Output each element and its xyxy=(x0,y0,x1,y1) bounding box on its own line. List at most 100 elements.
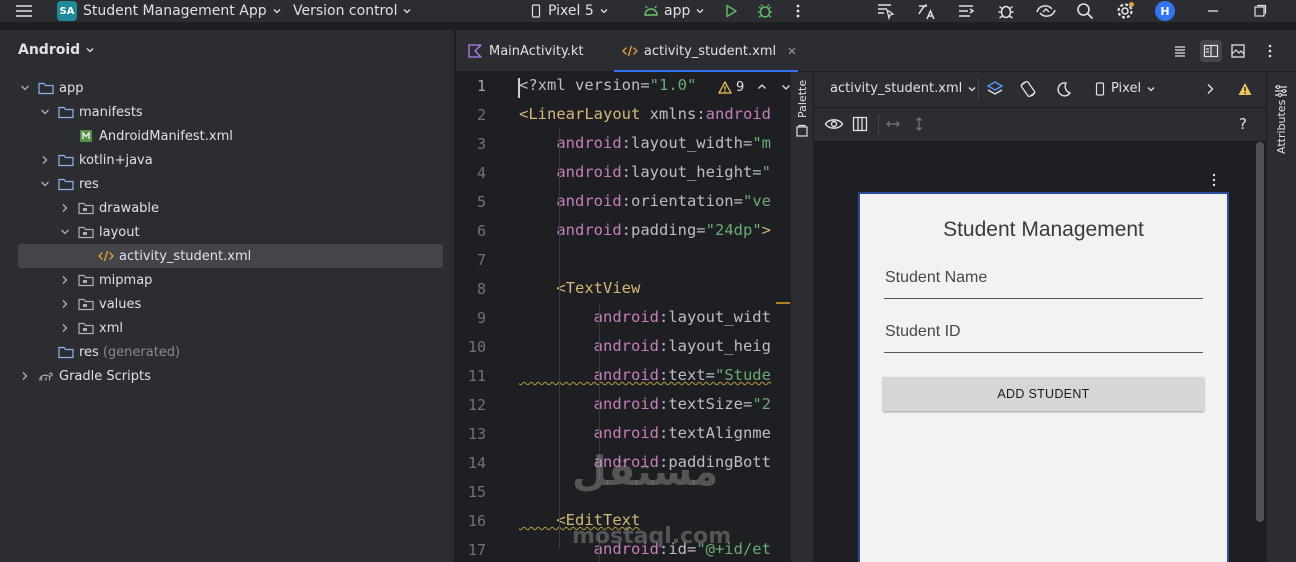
code-view-icon[interactable] xyxy=(1172,43,1188,59)
minimize-icon[interactable] xyxy=(1206,0,1220,22)
tree-item-res[interactable]: res xyxy=(38,172,99,196)
chevron-down-icon[interactable] xyxy=(58,225,72,239)
code-token: :textSize= xyxy=(658,395,753,413)
device-sync-icon[interactable] xyxy=(1035,0,1057,22)
code-editor[interactable]: 1 2 3 4 5 6 7 8 9 10 11 12 13 14 15 16 17 <?xml version=… xyxy=(456,72,790,562)
code-line[interactable]: android:layout_widt xyxy=(519,308,771,326)
code-line[interactable]: android:padding="24dp"> xyxy=(519,221,771,239)
commit-icon[interactable] xyxy=(956,0,976,22)
palette-strip[interactable]: Palette xyxy=(790,72,814,562)
tab-activity-student[interactable]: activity_student.xml xyxy=(614,30,798,73)
design-scrollbar[interactable] xyxy=(1256,142,1264,522)
tab-mainactivity[interactable]: MainActivity.kt xyxy=(468,30,608,72)
translate-icon[interactable] xyxy=(916,0,936,22)
student-id-field[interactable]: Student ID xyxy=(884,323,1203,353)
chevron-up-icon[interactable] xyxy=(756,81,768,93)
indent-guide xyxy=(599,536,600,562)
close-icon[interactable] xyxy=(786,45,798,57)
code-line[interactable]: android:layout_heig xyxy=(519,337,771,355)
code-line[interactable]: <?xml version="1.0" xyxy=(519,76,696,94)
tree-item-activity-student-xml[interactable]: activity_student.xml xyxy=(18,244,443,268)
warning-count: 9 xyxy=(736,79,745,95)
eye-icon[interactable] xyxy=(824,116,844,132)
help-icon[interactable]: ? xyxy=(1239,115,1247,133)
tree-item-gradle-scripts[interactable]: Gradle Scripts xyxy=(18,364,151,388)
chevron-down-icon[interactable] xyxy=(38,177,52,191)
restore-icon[interactable] xyxy=(1253,0,1267,22)
cursor-icon[interactable] xyxy=(876,0,896,22)
more-icon[interactable] xyxy=(1264,43,1276,59)
inspection-widget[interactable]: 9 xyxy=(714,77,790,97)
code-line[interactable]: android:text="Stude xyxy=(519,366,771,384)
chevron-right-icon[interactable] xyxy=(58,201,72,215)
settings-icon[interactable] xyxy=(1115,0,1135,22)
tree-item-xml[interactable]: xml xyxy=(58,316,123,340)
vcs-selector[interactable]: Version control xyxy=(293,0,412,22)
device-selector[interactable]: Pixel 5 xyxy=(530,0,609,22)
project-view-selector[interactable]: Android xyxy=(18,42,95,58)
split-view-icon[interactable] xyxy=(1200,40,1222,62)
chevron-down-icon[interactable] xyxy=(38,105,52,119)
more-icon[interactable] xyxy=(792,0,804,22)
debug-icon[interactable] xyxy=(756,0,774,22)
run-config-selector[interactable]: app xyxy=(643,0,705,22)
chevron-down-icon[interactable] xyxy=(780,81,790,93)
code-line[interactable]: android:id="@+id/et xyxy=(519,540,771,558)
line-number: 12 xyxy=(467,396,486,414)
tree-item-layout[interactable]: layout xyxy=(58,220,140,244)
code-line[interactable]: <TextView xyxy=(519,279,640,297)
line-number: 9 xyxy=(476,309,486,327)
warning-icon[interactable] xyxy=(1238,82,1252,96)
tree-item-app[interactable]: app xyxy=(18,76,83,100)
orientation-icon[interactable] xyxy=(1019,80,1037,98)
tree-item-androidmanifest-xml[interactable]: AndroidManifest.xml xyxy=(58,124,233,148)
columns-icon[interactable] xyxy=(852,116,868,132)
chevron-right-icon[interactable] xyxy=(1204,82,1216,96)
tree-item-mipmap[interactable]: mipmap xyxy=(58,268,152,292)
tab-label: activity_student.xml xyxy=(643,43,777,59)
student-name-field[interactable]: Student Name xyxy=(884,269,1203,299)
vertical-resize-icon[interactable] xyxy=(912,116,926,132)
run-icon[interactable] xyxy=(723,0,739,22)
bug-icon[interactable] xyxy=(996,0,1016,22)
code-line[interactable]: <EditText xyxy=(519,511,640,529)
tree-item-res[interactable]: res (generated) xyxy=(38,340,180,364)
layers-icon[interactable] xyxy=(986,80,1004,98)
tree-item-values[interactable]: values xyxy=(58,292,141,316)
design-canvas[interactable]: Student Management Student Name Student … xyxy=(814,142,1266,562)
chevron-right-icon[interactable] xyxy=(38,153,52,167)
add-student-button[interactable]: ADD STUDENT xyxy=(883,377,1204,411)
avatar[interactable]: H xyxy=(1155,0,1175,22)
line-number-gutter: 1 2 3 4 5 6 7 8 9 10 11 12 13 14 15 16 17 xyxy=(456,72,518,562)
project-selector[interactable]: SA Student Management App xyxy=(57,0,282,22)
tree-item-drawable[interactable]: drawable xyxy=(58,196,159,220)
code-line[interactable]: android:textSize="2 xyxy=(519,395,771,413)
main-menu-icon[interactable] xyxy=(14,0,34,22)
design-view-icon[interactable] xyxy=(1230,43,1246,59)
search-icon[interactable] xyxy=(1076,0,1094,22)
tree-item-manifests[interactable]: manifests xyxy=(38,100,143,124)
code-line[interactable]: android:orientation="ve xyxy=(519,192,771,210)
code-line[interactable]: android:layout_height=" xyxy=(519,163,771,181)
chevron-right-icon[interactable] xyxy=(58,321,72,335)
night-mode-icon[interactable] xyxy=(1054,80,1072,98)
manifest-file-icon xyxy=(78,128,94,144)
horizontal-resize-icon[interactable] xyxy=(885,117,901,131)
chevron-right-icon[interactable] xyxy=(18,369,32,383)
code-line[interactable]: android:textAlignme xyxy=(519,424,771,442)
chevron-down-icon[interactable] xyxy=(18,81,32,95)
attributes-strip[interactable]: Attributes xyxy=(1266,72,1296,562)
android-icon xyxy=(644,5,658,16)
device-preview[interactable]: Student Management Student Name Student … xyxy=(858,192,1229,562)
preview-device-selector[interactable]: Pixel xyxy=(1094,81,1156,96)
chevron-right-icon[interactable] xyxy=(58,273,72,287)
chevron-right-icon[interactable] xyxy=(58,297,72,311)
more-icon[interactable] xyxy=(1210,172,1218,188)
code-line[interactable]: <LinearLayout xmlns:android xyxy=(519,105,771,123)
code-line[interactable]: android:layout_width="m xyxy=(519,134,771,152)
code-line[interactable]: android:paddingBott xyxy=(519,453,771,471)
file-selector[interactable]: activity_student.xml xyxy=(830,81,977,96)
tree-item-suffix: (generated) xyxy=(102,344,181,360)
tree-item-kotlin-java[interactable]: kotlin+java xyxy=(38,148,153,172)
